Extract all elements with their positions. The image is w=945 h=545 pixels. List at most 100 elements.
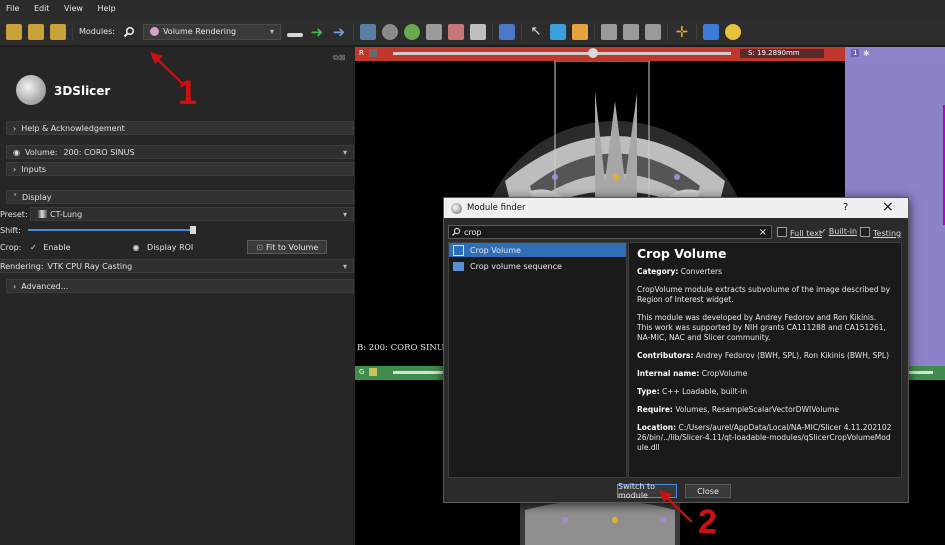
close-icon[interactable]: × xyxy=(882,199,894,215)
shift-label: Shift: xyxy=(0,225,21,235)
mouse-mode-icon[interactable]: ↖ xyxy=(528,24,544,40)
dialog-titlebar: Module finder ? × xyxy=(444,198,908,218)
layout-grid-icon[interactable] xyxy=(498,23,515,40)
menu-help[interactable]: Help xyxy=(92,0,122,13)
slider-handle[interactable] xyxy=(190,226,196,234)
chevron-down-icon: ▾ xyxy=(342,261,347,271)
save-data-icon[interactable] xyxy=(50,23,66,40)
markups-icon[interactable] xyxy=(447,23,464,40)
transforms-icon[interactable] xyxy=(425,23,442,40)
forward-arrow-icon[interactable]: ➜ xyxy=(331,23,347,41)
fit-to-volume-label: Fit to Volume xyxy=(266,242,319,252)
module-finder-search-icon[interactable] xyxy=(121,24,137,40)
full-text-label: Full text xyxy=(790,229,823,238)
volume-selector[interactable]: ◉ Volume: 200: CORO SINUS ▾ xyxy=(6,145,354,159)
module-finder-dialog: Module finder ? × crop × Full text ✓ Buil… xyxy=(443,197,909,503)
display-roi-toggle[interactable]: ◉ Display ROI xyxy=(133,243,194,252)
window-level-icon[interactable] xyxy=(571,23,588,40)
module-info-title: Crop Volume xyxy=(637,246,727,261)
enable-checkbox[interactable]: ✓ Enable xyxy=(30,243,71,252)
close-button[interactable]: Close xyxy=(685,484,731,498)
rendering-selector[interactable]: Rendering: VTK CPU Ray Casting ▾ xyxy=(0,259,354,273)
display-roi-label: Display ROI xyxy=(147,242,194,252)
testing-checkbox[interactable]: Testing xyxy=(860,227,901,238)
panel-dock-icons[interactable]: ⧉⊠ xyxy=(333,53,345,63)
preset-selector[interactable]: CT-Lung ▾ xyxy=(30,207,354,221)
advanced-section-label: Advanced... xyxy=(21,281,69,291)
menu-edit[interactable]: Edit xyxy=(28,0,56,13)
search-input-value: crop xyxy=(464,227,482,237)
preset-value: CT-Lung xyxy=(50,209,83,219)
red-slice-slider[interactable] xyxy=(393,52,731,55)
module-results-list: Crop Volume Crop volume sequence xyxy=(448,242,627,478)
rendering-value: VTK CPU Ray Casting xyxy=(47,261,133,271)
testing-label: Testing xyxy=(873,229,902,238)
slice-slider-handle[interactable] xyxy=(588,48,598,58)
module-selector-value: Volume Rendering xyxy=(162,27,237,36)
preset-row: Preset: CT-Lung ▾ xyxy=(0,207,354,221)
list-item[interactable]: Crop Volume xyxy=(449,243,626,257)
pin-icon[interactable] xyxy=(369,368,377,376)
require-line: Require: Volumes, ResampleScalarVectorDW… xyxy=(637,405,840,414)
module-selector[interactable]: Volume Rendering ▾ xyxy=(142,23,281,40)
separator xyxy=(352,22,354,41)
full-text-checkbox[interactable]: Full text xyxy=(777,227,822,238)
checkbox-box xyxy=(777,227,787,237)
green-view-tag[interactable]: G xyxy=(359,368,364,376)
internal-name-line: Internal name: CropVolume xyxy=(637,369,748,378)
extensions-icon[interactable] xyxy=(644,23,661,40)
red-view-controller: R S: 19.2890mm xyxy=(355,47,845,61)
crosshair-icon[interactable]: ✛ xyxy=(674,23,690,41)
scene-view-icon[interactable] xyxy=(622,23,639,40)
module-panel: 3DSlicer ⧉⊠ › Help & Acknowledgement ◉ V… xyxy=(0,47,355,545)
separator xyxy=(666,22,668,41)
switch-to-module-button[interactable]: Switch to module xyxy=(617,482,677,500)
collapse-arrow-icon: › xyxy=(13,123,17,133)
module-search-input[interactable]: crop × xyxy=(448,225,772,239)
3d-view-tag[interactable]: 1 xyxy=(851,49,860,57)
search-icon xyxy=(452,227,461,238)
layout-icon[interactable] xyxy=(359,23,376,40)
inputs-section[interactable]: › Inputs xyxy=(6,162,354,176)
python-icon[interactable] xyxy=(724,23,741,40)
sequence-icon xyxy=(453,261,464,271)
menu-file[interactable]: File xyxy=(0,0,25,13)
advanced-section[interactable]: › Advanced... xyxy=(6,279,354,293)
load-data-icon[interactable] xyxy=(6,23,22,40)
eye-icon: ◉ xyxy=(132,242,140,252)
display-section[interactable]: ˅ Display xyxy=(6,190,354,204)
app-logo xyxy=(16,75,46,105)
menu-view[interactable]: View xyxy=(58,0,89,13)
3d-view-controller: 1 ✱ xyxy=(845,47,945,61)
red-view-volume-label: B: 200: CORO SINUS xyxy=(357,343,450,353)
help-button[interactable]: ? xyxy=(843,202,848,213)
shift-slider[interactable] xyxy=(28,223,196,237)
crop-row: Crop: ✓ Enable ◉ Display ROI ⊡ Fit to Vo… xyxy=(0,240,354,254)
clear-search-icon[interactable]: × xyxy=(759,227,767,238)
help-section[interactable]: › Help & Acknowledgement xyxy=(6,121,354,135)
pin-icon[interactable] xyxy=(369,49,377,57)
help-section-label: Help & Acknowledgement xyxy=(21,123,125,133)
models-icon[interactable] xyxy=(403,23,420,40)
back-arrow-icon[interactable]: ➜ xyxy=(309,23,325,41)
volume-value: 200: CORO SINUS xyxy=(63,147,135,157)
red-view-tag[interactable]: R xyxy=(359,49,364,57)
module-history-icon[interactable] xyxy=(286,32,303,37)
builtin-checkbox[interactable]: ✓ Built-in xyxy=(820,227,857,236)
crop-label: Crop: xyxy=(0,242,22,252)
pin-icon[interactable]: ✱ xyxy=(863,49,870,58)
segment-editor-icon[interactable] xyxy=(469,23,486,40)
module-info-panel: Crop Volume Category: Converters CropVol… xyxy=(628,242,902,478)
python-console-icon[interactable] xyxy=(702,23,719,40)
place-fiducial-icon[interactable] xyxy=(549,23,566,40)
list-item[interactable]: Crop volume sequence xyxy=(449,259,626,273)
load-dicom-icon[interactable] xyxy=(28,23,44,40)
screenshot-icon[interactable] xyxy=(600,23,617,40)
eye-icon: ◉ xyxy=(13,147,20,157)
contributors-line: Contributors: Andrey Fedorov (BWH, SPL),… xyxy=(637,351,890,360)
fit-to-volume-button[interactable]: ⊡ Fit to Volume xyxy=(247,240,328,254)
list-item-label: Crop volume sequence xyxy=(470,261,562,271)
slicer-logo-icon xyxy=(451,202,462,214)
volume-icon[interactable] xyxy=(381,23,398,40)
annotation-number-2: 2 xyxy=(698,503,717,541)
